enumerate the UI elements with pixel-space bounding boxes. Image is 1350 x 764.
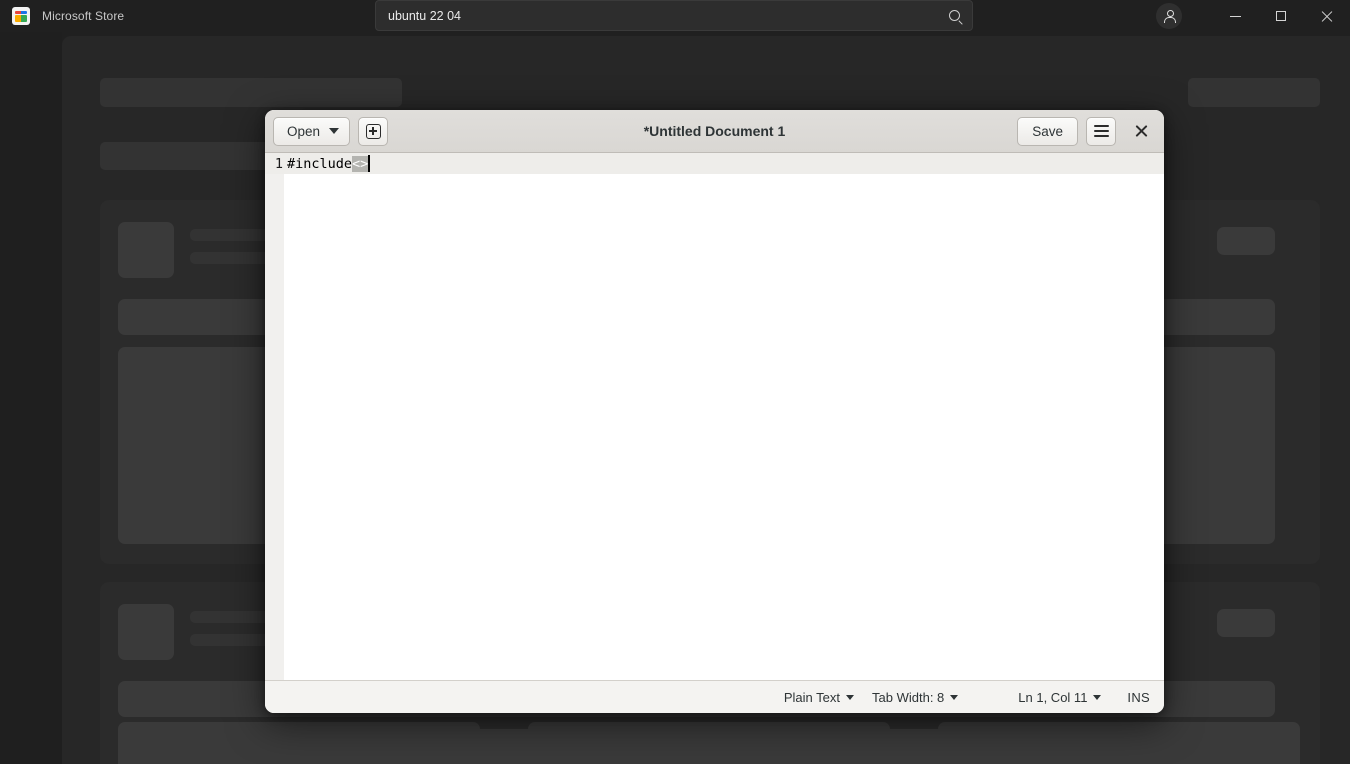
save-button[interactable]: Save xyxy=(1017,116,1078,146)
header-right-controls: Save xyxy=(1017,116,1156,146)
editor-status-bar: Plain Text Tab Width: 8 Ln 1, Col 11 INS xyxy=(265,680,1164,713)
editor-header-bar: Open *Untitled Document 1 Save xyxy=(265,110,1164,153)
account-avatar-button[interactable] xyxy=(1156,3,1182,29)
window-maximize-button[interactable] xyxy=(1258,0,1304,32)
line-number-gutter xyxy=(265,153,284,680)
language-label: Plain Text xyxy=(783,689,841,705)
text-editor-window: Open *Untitled Document 1 Save 1 #includ… xyxy=(265,110,1164,713)
text-caret xyxy=(368,155,370,172)
cursor-position: Ln 1, Col 11 xyxy=(1018,690,1087,705)
current-line-highlight xyxy=(265,153,1164,174)
close-icon xyxy=(1321,10,1333,22)
editor-close-button[interactable] xyxy=(1126,116,1156,146)
skeleton-tile xyxy=(528,722,890,764)
search-input[interactable] xyxy=(376,8,936,23)
new-document-button[interactable] xyxy=(358,116,389,146)
skeleton-button xyxy=(1217,227,1275,255)
chevron-down-icon xyxy=(950,694,959,700)
store-app-name: Microsoft Store xyxy=(42,9,125,23)
minimize-icon xyxy=(1229,15,1241,17)
language-selector[interactable]: Plain Text xyxy=(783,689,855,705)
store-search-box[interactable] xyxy=(375,0,973,31)
skeleton-button xyxy=(1217,609,1275,637)
document-line-1[interactable]: 1 #include <> xyxy=(265,153,370,174)
main-menu-button[interactable] xyxy=(1086,116,1116,146)
skeleton-thumbnail xyxy=(118,604,174,660)
open-button-label: Open xyxy=(287,123,321,139)
plus-square-icon xyxy=(365,123,381,139)
chevron-down-icon[interactable] xyxy=(1093,694,1102,700)
window-minimize-button[interactable] xyxy=(1212,0,1258,32)
text-editing-area[interactable]: 1 #include <> xyxy=(265,153,1164,680)
line-number: 1 xyxy=(274,155,283,172)
tab-width-label: Tab Width: 8 xyxy=(872,689,945,705)
window-close-button[interactable] xyxy=(1304,0,1350,32)
search-icon xyxy=(948,10,960,21)
chevron-down-icon xyxy=(329,128,340,134)
skeleton-line xyxy=(100,78,402,107)
person-icon xyxy=(1163,10,1176,23)
open-button[interactable]: Open xyxy=(273,116,351,146)
insert-mode-indicator: INS xyxy=(1127,689,1150,705)
skeleton-tile xyxy=(118,722,480,764)
skeleton-tile xyxy=(938,722,1300,764)
close-icon xyxy=(1135,125,1148,138)
hamburger-menu-icon xyxy=(1093,124,1109,138)
cursor-position-label: Ln 1, Col 11 xyxy=(1018,689,1088,705)
search-button[interactable] xyxy=(936,1,972,30)
tab-width-selector[interactable]: Tab Width: 8 xyxy=(872,689,959,705)
chevron-down-icon xyxy=(846,694,855,700)
skeleton-thumbnail xyxy=(118,222,174,278)
maximize-icon xyxy=(1276,11,1286,21)
code-text: #include xyxy=(287,155,353,172)
microsoft-store-icon xyxy=(12,7,30,25)
store-navigation-rail xyxy=(0,32,62,764)
skeleton-line xyxy=(1188,78,1320,107)
save-button-label: Save xyxy=(1032,123,1063,139)
selected-text: <> xyxy=(352,155,369,172)
